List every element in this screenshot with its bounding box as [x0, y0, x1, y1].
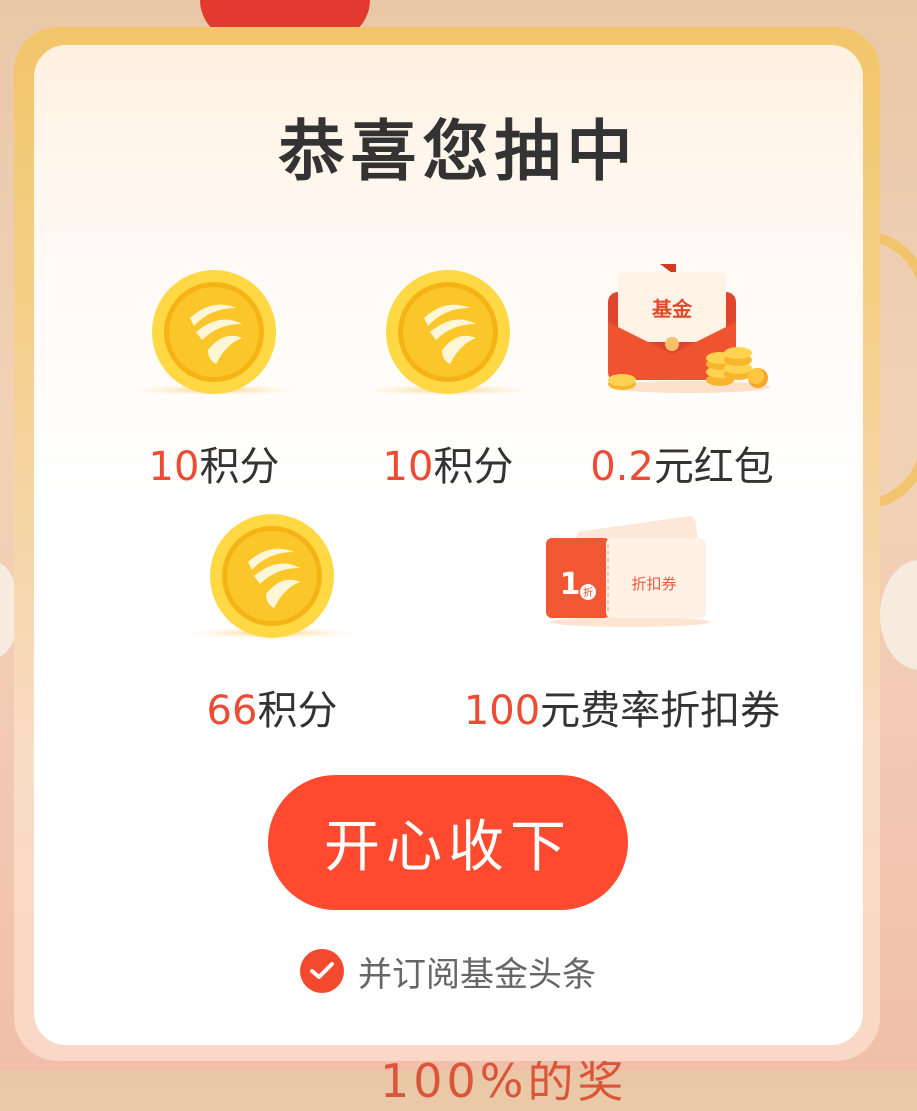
- background-decoration: [880, 560, 917, 670]
- checkmark-icon: [310, 962, 334, 979]
- checkbox-checked-icon[interactable]: [300, 949, 344, 993]
- subscribe-option[interactable]: 并订阅基金头条: [300, 948, 596, 995]
- prize-label: 100元费率折扣券: [463, 688, 781, 734]
- coin-icon: [152, 270, 276, 394]
- prize-label: 66积分: [206, 688, 338, 734]
- dialog-title: 恭喜您抽中: [278, 113, 639, 190]
- subscribe-label: 并订阅基金头条: [358, 954, 596, 995]
- accept-prizes-button[interactable]: 开心收下: [268, 775, 628, 910]
- svg-text:折: 折: [583, 586, 593, 599]
- svg-text:折扣券: 折扣券: [631, 575, 676, 593]
- prize-label: 0.2元红包: [590, 444, 774, 490]
- coin-icon: [386, 270, 510, 394]
- discount-coupon-icon: 1 折 折扣券: [546, 516, 710, 627]
- coin-icon: [210, 514, 334, 638]
- svg-text:1: 1: [560, 567, 581, 602]
- red-envelope-icon: 基金: [608, 264, 770, 393]
- prize-label: 10积分: [382, 444, 514, 490]
- svg-text:基金: 基金: [652, 297, 693, 321]
- prize-label: 10积分: [148, 444, 280, 490]
